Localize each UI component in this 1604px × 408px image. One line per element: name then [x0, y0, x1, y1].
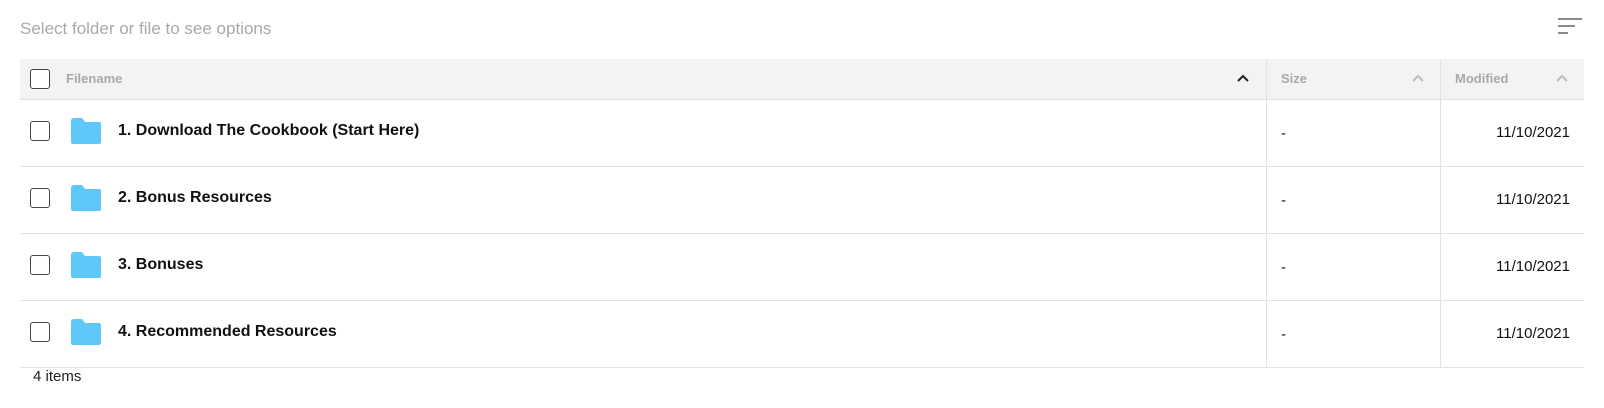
size-value: - — [1281, 326, 1286, 343]
modified-date: 11/10/2021 — [1496, 325, 1570, 342]
size-cell: - — [1266, 234, 1440, 300]
size-value: - — [1281, 192, 1286, 209]
folder-name[interactable]: 2. Bonus Resources — [118, 189, 272, 207]
folder-icon — [71, 252, 101, 278]
column-header-filename[interactable]: Filename — [66, 59, 1266, 99]
column-label-filename: Filename — [66, 71, 123, 86]
folder-icon — [71, 118, 101, 144]
size-value: - — [1281, 259, 1286, 276]
chevron-up-icon — [1556, 74, 1568, 82]
modified-cell: 11/10/2021 — [1440, 100, 1584, 166]
modified-date: 11/10/2021 — [1496, 191, 1570, 208]
modified-date: 11/10/2021 — [1496, 258, 1570, 275]
item-count: 4 items — [33, 368, 82, 385]
row-checkbox[interactable] — [30, 188, 50, 208]
folder-name[interactable]: 4. Recommended Resources — [118, 323, 337, 341]
modified-cell: 11/10/2021 — [1440, 234, 1584, 300]
column-label-modified: Modified — [1455, 71, 1509, 86]
toolbar: Select folder or file to see options — [20, 0, 1584, 56]
folder-name[interactable]: 1. Download The Cookbook (Start Here) — [118, 122, 419, 140]
size-cell: - — [1266, 301, 1440, 367]
table-row[interactable]: 2. Bonus Resources - 11/10/2021 — [20, 167, 1584, 234]
table-row[interactable]: 4. Recommended Resources - 11/10/2021 — [20, 301, 1584, 368]
row-checkbox[interactable] — [30, 322, 50, 342]
table-header: Filename Size Modified — [20, 59, 1584, 100]
select-all-checkbox[interactable] — [30, 69, 50, 89]
sort-menu-button[interactable] — [1556, 16, 1584, 38]
row-checkbox[interactable] — [30, 255, 50, 275]
modified-date: 11/10/2021 — [1496, 124, 1570, 141]
table-row[interactable]: 1. Download The Cookbook (Start Here) - … — [20, 100, 1584, 167]
column-header-size[interactable]: Size — [1266, 59, 1441, 99]
row-checkbox[interactable] — [30, 121, 50, 141]
file-table: Filename Size Modified 1. Download The C… — [20, 59, 1584, 368]
size-cell: - — [1266, 100, 1440, 166]
table-row[interactable]: 3. Bonuses - 11/10/2021 — [20, 234, 1584, 301]
modified-cell: 11/10/2021 — [1440, 301, 1584, 367]
chevron-up-icon — [1412, 74, 1424, 82]
size-value: - — [1281, 125, 1286, 142]
modified-cell: 11/10/2021 — [1440, 167, 1584, 233]
column-header-modified[interactable]: Modified — [1440, 59, 1585, 99]
folder-icon — [71, 319, 101, 345]
folder-icon — [71, 185, 101, 211]
sort-lines-icon — [1558, 18, 1582, 34]
folder-name[interactable]: 3. Bonuses — [118, 256, 203, 274]
column-label-size: Size — [1281, 71, 1308, 86]
selection-hint: Select folder or file to see options — [20, 19, 272, 38]
size-cell: - — [1266, 167, 1440, 233]
chevron-up-icon — [1237, 74, 1249, 82]
